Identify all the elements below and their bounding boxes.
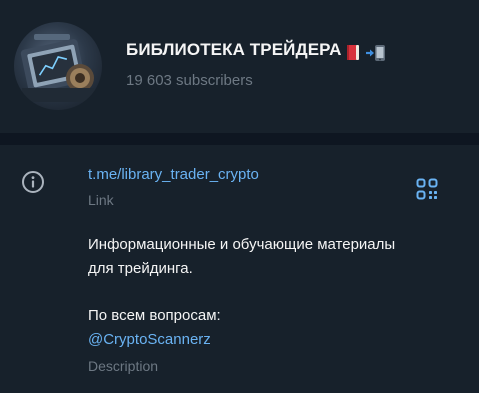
qr-code-icon[interactable]: [416, 178, 438, 200]
channel-avatar[interactable]: [14, 22, 102, 110]
subscriber-count: 19 603 subscribers: [126, 72, 253, 89]
link-label: Link: [88, 192, 114, 208]
mobile-phone-arrow-icon: [365, 42, 387, 62]
channel-title: БИБЛИОТЕКА ТРЕЙДЕРА: [126, 40, 387, 62]
channel-info-section: t.me/library_trader_crypto Link Информац…: [0, 145, 479, 393]
channel-title-text: БИБЛИОТЕКА ТРЕЙДЕРА: [126, 40, 342, 59]
channel-link[interactable]: t.me/library_trader_crypto: [88, 166, 259, 183]
description-line-1: Информационные и обучающие материалы: [88, 236, 396, 253]
description-line-3: По всем вопросам:: [88, 307, 221, 324]
red-book-icon: [345, 42, 361, 62]
description-line-2: для трейдинга.: [88, 260, 193, 277]
section-divider: [0, 133, 479, 145]
channel-header: БИБЛИОТЕКА ТРЕЙДЕРА 19 603 subscribers: [0, 0, 479, 133]
trading-book-avatar-image: [20, 34, 94, 102]
info-icon: [22, 171, 44, 193]
description-mention-link[interactable]: @CryptoScannerz: [88, 331, 211, 348]
description-label: Description: [88, 358, 159, 374]
